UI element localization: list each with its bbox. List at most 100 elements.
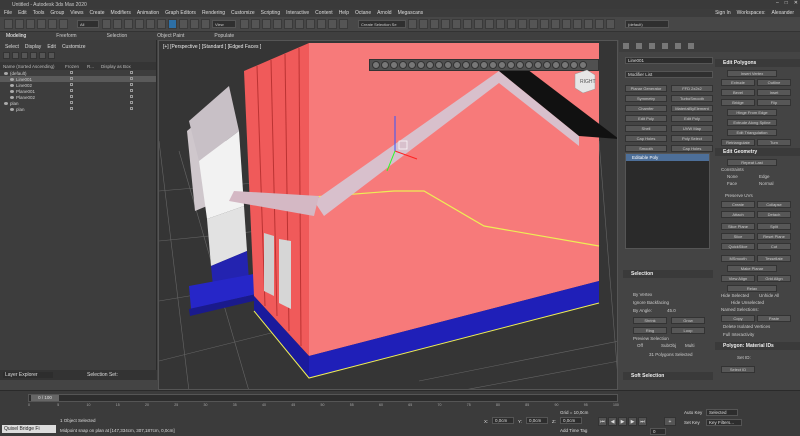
toolbar-button-icon[interactable]: [540, 19, 549, 29]
set-key-button[interactable]: Set Key: [684, 420, 700, 425]
visibility-eye-icon[interactable]: [10, 89, 14, 93]
z-field[interactable]: 0,0cm: [560, 417, 582, 424]
menu-item[interactable]: Create: [90, 10, 105, 16]
toolbar-button-icon[interactable]: [273, 19, 282, 29]
rollout-label[interactable]: By Angle:: [633, 308, 652, 313]
menu-item[interactable]: Tools: [33, 10, 45, 16]
create-tab-icon[interactable]: [623, 43, 629, 49]
modifier-button[interactable]: Shell: [625, 125, 667, 132]
rollout-button[interactable]: Cut: [757, 243, 791, 250]
toolbar-button-icon[interactable]: [441, 19, 450, 29]
key-filters-button[interactable]: Key Filters...: [706, 419, 742, 426]
viewport-tool-icon[interactable]: [453, 61, 461, 69]
ribbon-tab[interactable]: Populate: [214, 33, 234, 39]
rollout-button[interactable]: Outline: [757, 79, 791, 86]
rollout-label[interactable]: None: [727, 174, 738, 179]
rollout-button[interactable]: Shrink: [633, 317, 667, 324]
scene-explorer-menu-item[interactable]: Select: [5, 44, 19, 50]
named-selection-set-select[interactable]: Create Selection Se: [358, 20, 406, 28]
menu-item[interactable]: Scripting: [261, 10, 280, 16]
frozen-toggle-icon[interactable]: [70, 89, 73, 92]
menu-item[interactable]: Interactive: [286, 10, 309, 16]
display-box-toggle-icon[interactable]: [130, 95, 133, 98]
rollout-label[interactable]: Face: [727, 181, 737, 186]
maximize-icon[interactable]: □: [785, 0, 788, 6]
rollout-label[interactable]: Unhide All: [759, 293, 779, 298]
rollout-label[interactable]: Multi: [685, 343, 695, 348]
close-icon[interactable]: ✕: [794, 0, 798, 6]
ribbon-tab[interactable]: Selection: [107, 33, 128, 39]
goto-start-icon[interactable]: ⏮: [598, 417, 607, 426]
viewport-tool-icon[interactable]: [534, 61, 542, 69]
rollout-button[interactable]: Bevel: [721, 89, 755, 96]
display-box-toggle-icon[interactable]: [130, 89, 133, 92]
minimize-icon[interactable]: –: [776, 0, 779, 6]
auto-key-button[interactable]: Auto Key: [684, 410, 702, 415]
rollout-button[interactable]: Flip: [757, 99, 791, 106]
rollout-button[interactable]: Bridge: [721, 99, 755, 106]
rollout-button[interactable]: Extrude: [721, 79, 755, 86]
rollout-label[interactable]: SubObj: [661, 343, 676, 348]
toolbar-button-icon[interactable]: [48, 19, 57, 29]
modifier-button[interactable]: TurboSmooth: [671, 95, 713, 102]
toolbar-button-icon[interactable]: [452, 19, 461, 29]
rollout-button[interactable]: Collapse: [757, 201, 791, 208]
column-box[interactable]: Display as Box: [101, 64, 131, 69]
rollout-label[interactable]: Delete Isolated Vertices: [723, 324, 770, 329]
modifier-button[interactable]: Planar Generator: [625, 85, 667, 92]
modifier-button[interactable]: Edit Poly: [671, 115, 713, 122]
stack-item-editable-poly[interactable]: Editable Poly: [626, 154, 709, 161]
viewport-tool-icon[interactable]: [507, 61, 515, 69]
viewport-tool-icon[interactable]: [543, 61, 551, 69]
toolbar-button-icon[interactable]: [562, 19, 571, 29]
ribbon-tab[interactable]: Freeform: [56, 33, 76, 39]
rollout-button[interactable]: Copy: [721, 315, 755, 322]
column-frozen[interactable]: Frozen: [65, 64, 87, 69]
rollout-button[interactable]: Attach: [721, 211, 755, 218]
rollout-button[interactable]: View Align: [721, 275, 755, 282]
rollout-button[interactable]: QuickSlice: [721, 243, 755, 250]
ribbon-tab[interactable]: Object Paint: [157, 33, 184, 39]
prev-frame-icon[interactable]: ◀: [608, 417, 617, 426]
frozen-toggle-icon[interactable]: [70, 77, 73, 80]
viewport-tool-icon[interactable]: [480, 61, 488, 69]
ribbon-tab[interactable]: Modeling: [6, 33, 26, 39]
viewport-tool-icon[interactable]: [399, 61, 407, 69]
toolbar-button-icon[interactable]: [240, 19, 249, 29]
menu-item[interactable]: Modifiers: [111, 10, 131, 16]
layer-select[interactable]: (default): [625, 20, 669, 28]
toolbar-button-icon[interactable]: [284, 19, 293, 29]
rollout-button[interactable]: Relax: [727, 285, 777, 292]
toolbar-button-icon[interactable]: [463, 19, 472, 29]
modifier-button[interactable]: Symmetry: [625, 95, 667, 102]
rollout-header[interactable]: Polygon: Material IDs: [715, 342, 800, 350]
column-render[interactable]: R...: [87, 64, 101, 69]
scene-explorer-menu-item[interactable]: Customize: [62, 44, 86, 50]
modifier-button[interactable]: MaterialByElement: [671, 105, 713, 112]
object-name-field[interactable]: Line001: [625, 57, 713, 64]
menu-item[interactable]: Animation: [137, 10, 159, 16]
rollout-button[interactable]: Select ID: [721, 366, 755, 373]
maxscript-listener[interactable]: Quixel Bridge Fi: [2, 425, 56, 433]
workspace-select[interactable]: Alexander: [771, 10, 794, 16]
toolbar-button-icon[interactable]: [102, 19, 111, 29]
toolbar-button-icon[interactable]: [135, 19, 144, 29]
rollout-label[interactable]: Ignore Backfacing: [633, 300, 669, 305]
rollout-button[interactable]: Loop: [671, 327, 705, 334]
rollout-button[interactable]: Make Planar: [727, 265, 777, 272]
display-box-toggle-icon[interactable]: [130, 107, 133, 110]
perspective-viewport[interactable]: [+] [Perspective ] [Standard ] [Edged Fa…: [158, 40, 618, 390]
toolbar-button-icon[interactable]: [339, 19, 348, 29]
toolbar-button-icon[interactable]: [328, 19, 337, 29]
menu-item[interactable]: Rendering: [202, 10, 225, 16]
toolbar-button-icon[interactable]: [595, 19, 604, 29]
add-time-tag-button[interactable]: Add Time Tag: [560, 428, 587, 433]
signin-button[interactable]: Sign In: [715, 10, 731, 16]
toolbar-button-icon[interactable]: [59, 19, 68, 29]
toolbar-button-icon[interactable]: [295, 19, 304, 29]
toolbar-button-icon[interactable]: [168, 19, 177, 29]
y-field[interactable]: 0,0cm: [526, 417, 548, 424]
viewport-tool-icon[interactable]: [408, 61, 416, 69]
visibility-eye-icon[interactable]: [4, 101, 8, 105]
toolbar-button-icon[interactable]: [518, 19, 527, 29]
